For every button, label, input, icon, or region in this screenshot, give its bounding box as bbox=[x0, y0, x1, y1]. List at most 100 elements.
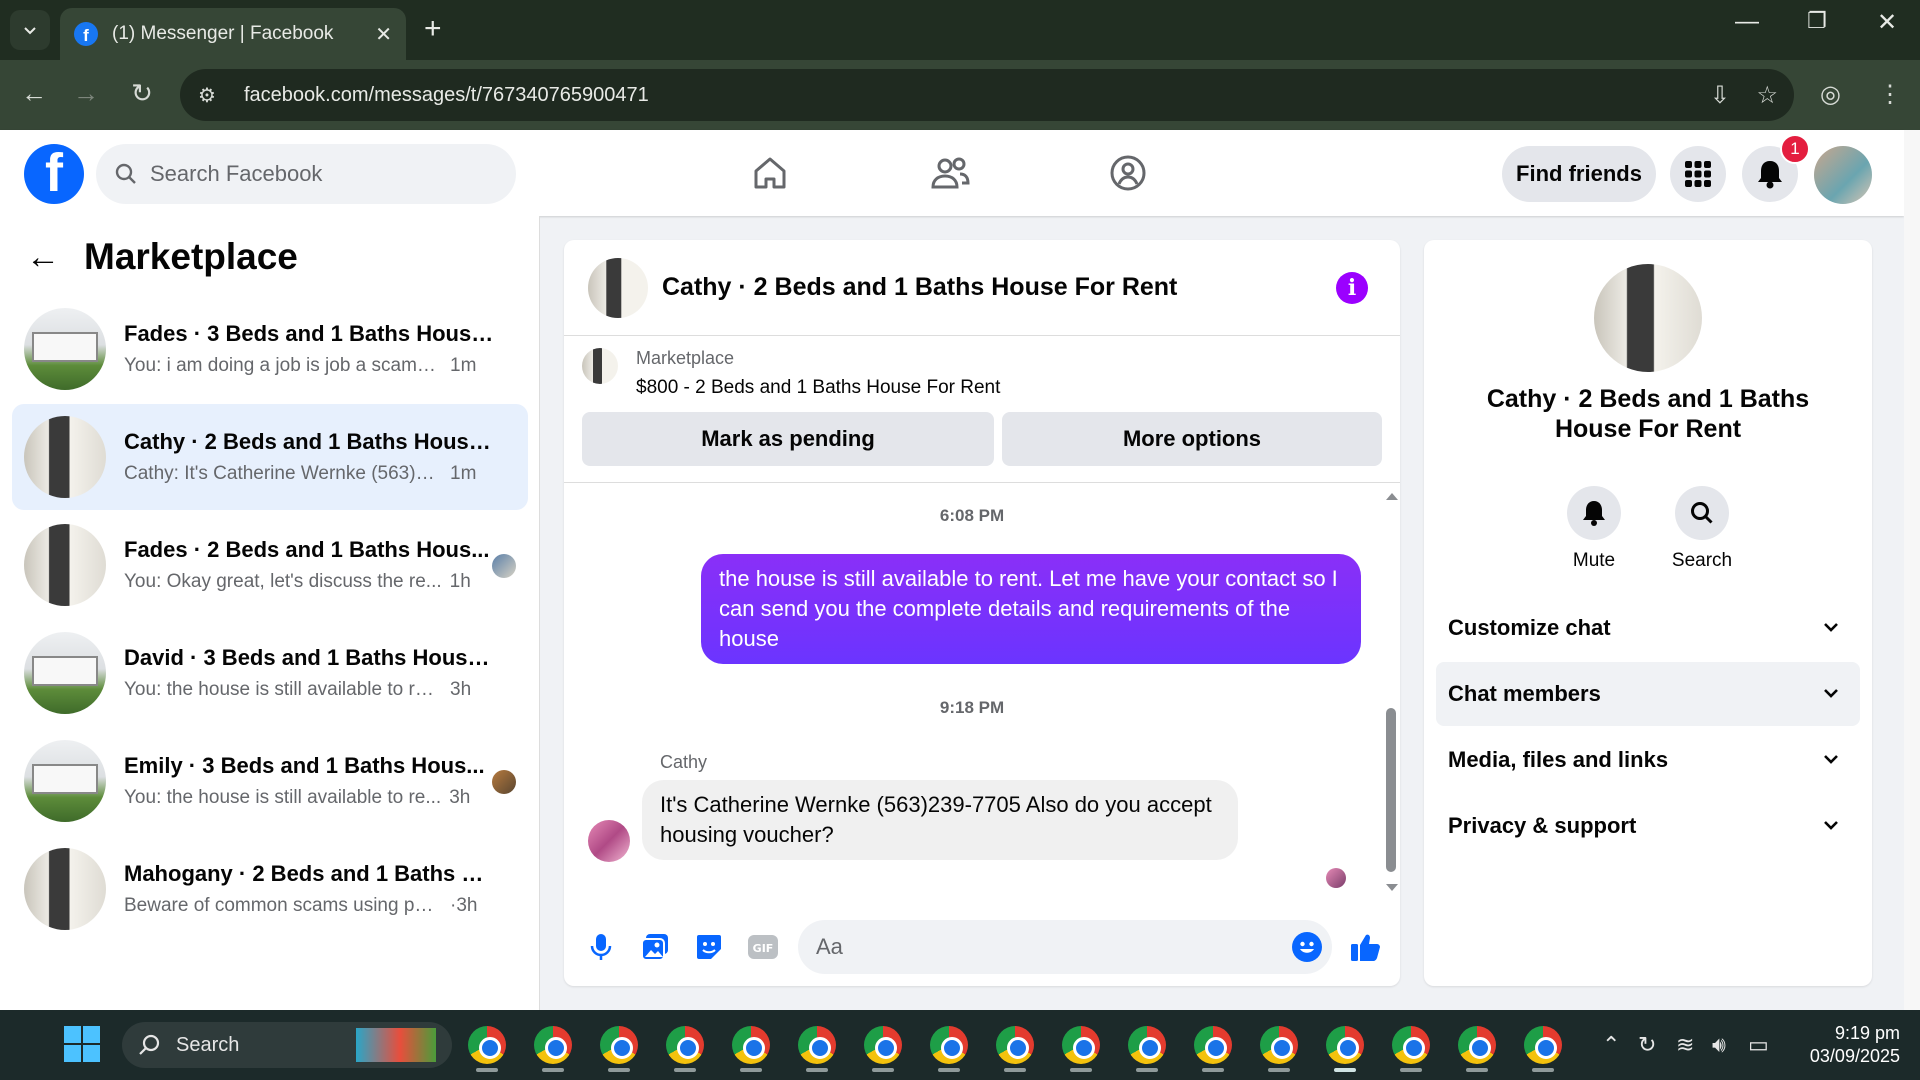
back-icon[interactable]: ← bbox=[16, 78, 52, 109]
outgoing-message[interactable]: the house is still available to rent. Le… bbox=[701, 554, 1361, 664]
notification-badge: 1 bbox=[1780, 134, 1810, 164]
chrome-icon[interactable] bbox=[666, 1026, 704, 1064]
chrome-icon[interactable] bbox=[996, 1026, 1034, 1064]
listing-thumbnail bbox=[24, 740, 106, 822]
volume-icon[interactable]: 🔊︎ bbox=[1712, 1032, 1726, 1058]
info-icon[interactable]: i bbox=[1336, 272, 1368, 304]
conversation-item[interactable]: Mahogany · 2 Beds and 1 Baths Ho... Bewa… bbox=[12, 836, 528, 942]
reload-icon[interactable]: ↻ bbox=[124, 78, 160, 109]
attach-photo-button[interactable] bbox=[638, 930, 672, 964]
facebook-logo[interactable]: f bbox=[24, 144, 84, 204]
profile-icon[interactable]: ◎ bbox=[1820, 80, 1841, 109]
search-input[interactable] bbox=[150, 161, 470, 187]
minimize-icon[interactable]: — bbox=[1722, 8, 1772, 36]
windows-taskbar: Search ⌃ ↻ ≋ 🔊︎ ▭ 9:19 pm 03/09/2025 bbox=[0, 1010, 1920, 1080]
chrome-icon[interactable] bbox=[534, 1026, 572, 1064]
gif-button[interactable]: GIF bbox=[746, 930, 780, 964]
site-info-icon[interactable]: ⚙ bbox=[198, 83, 228, 108]
chrome-icon[interactable] bbox=[1392, 1026, 1430, 1064]
chrome-icon[interactable] bbox=[1260, 1026, 1298, 1064]
sender-avatar[interactable] bbox=[588, 820, 630, 862]
scroll-down-icon[interactable] bbox=[1384, 882, 1400, 894]
conversation-item-active[interactable]: Cathy · 2 Beds and 1 Baths House ... Cat… bbox=[12, 404, 528, 510]
sticker-button[interactable] bbox=[692, 930, 726, 964]
message-input-wrap[interactable] bbox=[798, 920, 1332, 974]
mute-action[interactable]: Mute bbox=[1554, 486, 1634, 572]
emoji-icon[interactable] bbox=[1292, 932, 1322, 962]
window-close-icon[interactable]: ✕ bbox=[1862, 8, 1912, 37]
install-app-icon[interactable]: ⇩ bbox=[1710, 81, 1730, 110]
listing-thumbnail bbox=[24, 524, 106, 606]
privacy-support-section[interactable]: Privacy & support bbox=[1436, 794, 1860, 858]
chrome-icon[interactable] bbox=[930, 1026, 968, 1064]
scrollbar-thumb[interactable] bbox=[1386, 708, 1396, 872]
chrome-icon[interactable] bbox=[1458, 1026, 1496, 1064]
account-avatar[interactable] bbox=[1814, 146, 1872, 204]
scroll-up-icon[interactable] bbox=[1384, 490, 1400, 502]
facebook-search[interactable] bbox=[96, 144, 516, 204]
windows-start-icon[interactable] bbox=[64, 1026, 100, 1062]
chat-title[interactable]: Cathy · 2 Beds and 1 Baths House For Ren… bbox=[662, 273, 1177, 302]
chat-avatar[interactable] bbox=[588, 257, 648, 318]
bookmark-star-icon[interactable]: ☆ bbox=[1756, 81, 1778, 110]
wifi-icon[interactable]: ≋ bbox=[1676, 1032, 1694, 1058]
tab-search-dropdown[interactable] bbox=[10, 10, 50, 50]
conversation-item[interactable]: David · 3 Beds and 1 Baths House ... You… bbox=[12, 620, 528, 726]
home-nav-button[interactable] bbox=[738, 148, 802, 198]
taskbar-search[interactable]: Search bbox=[122, 1022, 452, 1068]
conversation-item[interactable]: Fades · 3 Beds and 1 Baths House F... Yo… bbox=[12, 296, 528, 402]
voice-clip-button[interactable] bbox=[584, 930, 618, 964]
new-tab-button[interactable]: + bbox=[424, 12, 442, 46]
browser-menu-icon[interactable]: ⋮ bbox=[1878, 80, 1902, 109]
battery-icon[interactable]: ▭ bbox=[1748, 1032, 1769, 1058]
more-options-button[interactable]: More options bbox=[1002, 412, 1382, 466]
show-hidden-icons-icon[interactable]: ⌃ bbox=[1602, 1032, 1620, 1058]
taskbar-indicator bbox=[1268, 1068, 1290, 1072]
conversation-item[interactable]: Emily · 3 Beds and 1 Baths Hous... You: … bbox=[12, 728, 528, 834]
find-friends-button[interactable]: Find friends bbox=[1502, 146, 1656, 202]
chat-members-section[interactable]: Chat members bbox=[1436, 662, 1860, 726]
groups-nav-button[interactable] bbox=[1096, 148, 1160, 198]
chrome-icon[interactable] bbox=[864, 1026, 902, 1064]
chrome-icon-active[interactable] bbox=[1326, 1026, 1364, 1064]
chrome-icon[interactable] bbox=[798, 1026, 836, 1064]
mark-as-pending-button[interactable]: Mark as pending bbox=[582, 412, 994, 466]
back-arrow-icon[interactable]: ← bbox=[26, 238, 60, 277]
search-icon bbox=[139, 1034, 160, 1055]
conversation-item[interactable]: Fades · 2 Beds and 1 Baths Hous... You: … bbox=[12, 512, 528, 618]
close-tab-icon[interactable]: ✕ bbox=[375, 22, 392, 47]
conversation-preview: You: the house is still available to ren… bbox=[124, 679, 442, 700]
contact-avatar[interactable] bbox=[1594, 264, 1702, 372]
chrome-icon[interactable] bbox=[1128, 1026, 1166, 1064]
address-bar[interactable]: ⚙ facebook.com/messages/t/76734076590047… bbox=[180, 69, 1794, 121]
chrome-icon[interactable] bbox=[600, 1026, 638, 1064]
search-in-chat-action[interactable]: Search bbox=[1662, 486, 1742, 572]
sync-icon[interactable]: ↻ bbox=[1638, 1032, 1656, 1058]
url-text[interactable]: facebook.com/messages/t/767340765900471 bbox=[244, 84, 649, 107]
conversation-name: David · 3 Beds and 1 Baths House ... bbox=[124, 645, 494, 670]
browser-tab[interactable]: f (1) Messenger | Facebook ✕ bbox=[60, 8, 406, 60]
chat-scrollbar[interactable] bbox=[1380, 490, 1400, 891]
media-files-links-section[interactable]: Media, files and links bbox=[1436, 728, 1860, 792]
chrome-icon[interactable] bbox=[1194, 1026, 1232, 1064]
chrome-icon[interactable] bbox=[1062, 1026, 1100, 1064]
chrome-icon[interactable] bbox=[1524, 1026, 1562, 1064]
page-scrollbar[interactable] bbox=[1904, 130, 1920, 1010]
forward-icon[interactable]: → bbox=[68, 78, 104, 109]
friends-nav-button[interactable] bbox=[918, 148, 982, 198]
customize-chat-section[interactable]: Customize chat bbox=[1436, 596, 1860, 660]
like-button[interactable] bbox=[1348, 930, 1382, 964]
clock-time: 9:19 pm bbox=[1834, 1023, 1900, 1043]
conversation-time: 3h bbox=[450, 679, 472, 700]
chrome-icon[interactable] bbox=[732, 1026, 770, 1064]
restore-icon[interactable]: ❐ bbox=[1792, 8, 1842, 34]
taskbar-search-label: Search bbox=[176, 1033, 240, 1056]
chrome-icon[interactable] bbox=[468, 1026, 506, 1064]
system-clock[interactable]: 9:19 pm 03/09/2025 bbox=[1790, 1022, 1900, 1068]
incoming-message[interactable]: It's Catherine Wernke (563)239-7705 Also… bbox=[642, 780, 1238, 860]
message-input[interactable] bbox=[816, 934, 1256, 960]
conversation-preview: You: i am doing a job is job a scam? ... bbox=[124, 355, 442, 376]
marketplace-listing[interactable]: Marketplace $800 - 2 Beds and 1 Baths Ho… bbox=[582, 348, 1000, 399]
menu-button[interactable] bbox=[1670, 146, 1726, 202]
taskbar-indicator bbox=[1532, 1068, 1554, 1072]
